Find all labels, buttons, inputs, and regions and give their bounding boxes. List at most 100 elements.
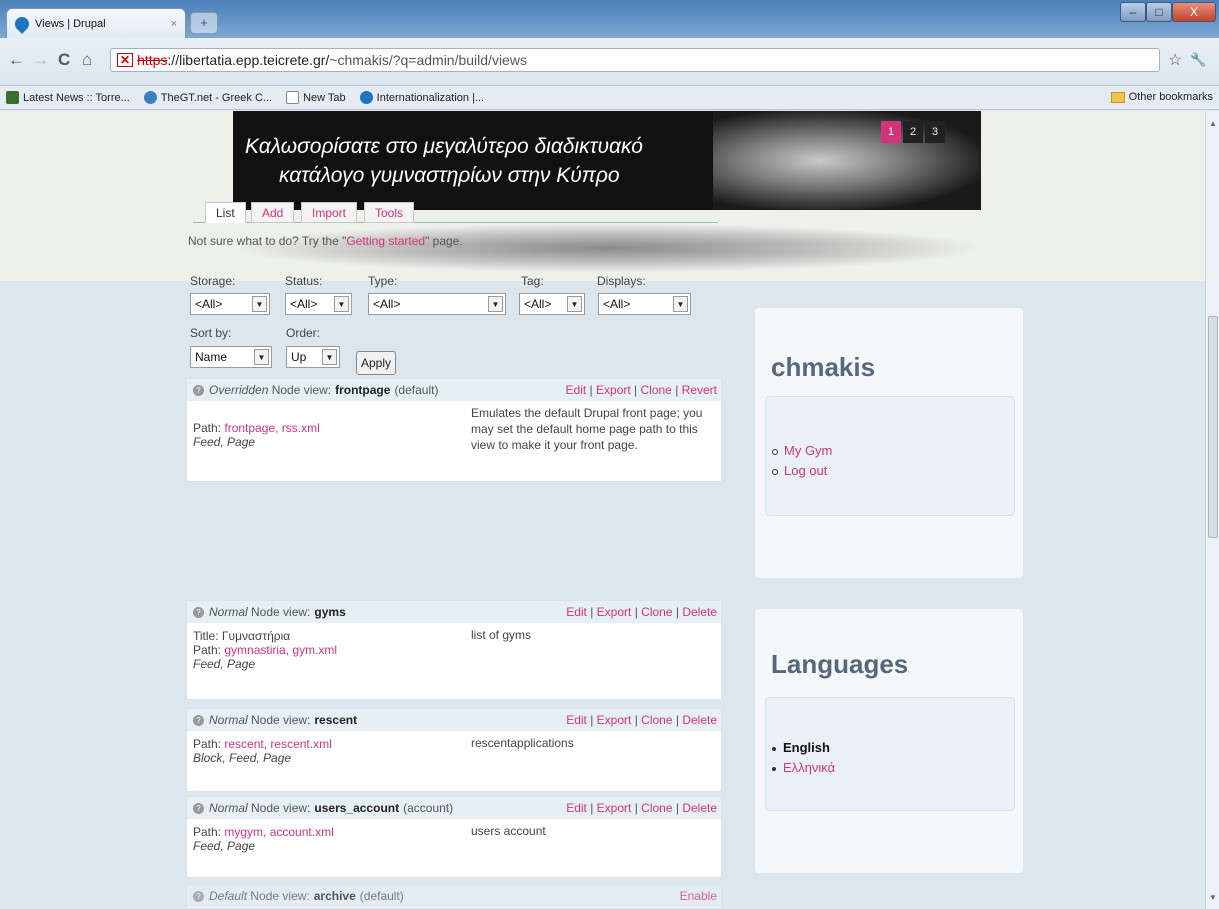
greek-link[interactable]: Ελληνικά: [783, 760, 835, 775]
browser-tab-strip: Views | Drupal × + – □ X: [0, 0, 1219, 38]
view-name: archive: [313, 889, 356, 903]
menu-item-log-out[interactable]: Log out: [772, 461, 832, 481]
wrench-icon[interactable]: 🔧: [1190, 52, 1206, 68]
status-select[interactable]: <All> ▼: [285, 293, 352, 315]
export-link[interactable]: Export: [597, 801, 632, 815]
storage-select[interactable]: <All> ▼: [190, 293, 270, 315]
delete-link[interactable]: Delete: [682, 801, 717, 815]
english-link[interactable]: English: [783, 740, 830, 755]
delete-link[interactable]: Delete: [682, 713, 717, 727]
order-select[interactable]: Up ▼: [286, 346, 340, 368]
export-link[interactable]: Export: [596, 383, 631, 397]
view-paths[interactable]: rescent, rescent.xml: [224, 737, 331, 751]
back-arrow-icon[interactable]: ←: [8, 50, 25, 70]
status-value: <All>: [290, 297, 318, 311]
tag-value: <All>: [524, 297, 552, 311]
bookmark-item[interactable]: TheGT.net - Greek C...: [143, 91, 273, 104]
forward-arrow-icon[interactable]: →: [32, 50, 49, 70]
edit-link[interactable]: Edit: [566, 713, 587, 727]
view-paths[interactable]: gymnastiria, gym.xml: [224, 643, 337, 657]
view-status: Overridden: [209, 383, 269, 397]
reload-icon[interactable]: C: [58, 50, 70, 70]
view-body: Path: frontpage, rss.xml Feed, Page Emul…: [187, 401, 721, 455]
bookmark-item[interactable]: Internationalization |...: [359, 91, 484, 104]
edit-link[interactable]: Edit: [566, 605, 587, 619]
chevron-down-icon: ▼: [488, 296, 503, 312]
enable-link[interactable]: Enable: [680, 889, 717, 903]
views-tabs: List Add Import Tools: [193, 201, 718, 223]
menu-item-my-gym[interactable]: My Gym: [772, 441, 832, 461]
scroll-down-icon[interactable]: ▼: [1209, 893, 1217, 902]
help-hint: Not sure what to do? Try the "Getting st…: [188, 234, 463, 248]
storage-label: Storage:: [190, 274, 236, 288]
clone-link[interactable]: Clone: [641, 605, 672, 619]
tag-select[interactable]: <All> ▼: [519, 293, 585, 315]
view-tag: (account): [403, 801, 454, 815]
view-body: Path: rescent, rescent.xml Block, Feed, …: [187, 731, 721, 771]
help-icon: ?: [193, 890, 204, 902]
displays-select[interactable]: <All> ▼: [598, 293, 691, 315]
export-link[interactable]: Export: [597, 605, 632, 619]
bullet-icon: [772, 448, 778, 455]
revert-link[interactable]: Revert: [682, 383, 717, 397]
apply-button[interactable]: Apply: [356, 351, 396, 375]
window-close-button[interactable]: X: [1172, 2, 1216, 22]
bookmark-favicon: [6, 91, 19, 104]
view-kind: Node view:: [251, 713, 311, 727]
language-item-greek[interactable]: Ελληνικά: [772, 758, 835, 778]
scrollbar-thumb[interactable]: [1208, 316, 1218, 538]
vertical-scrollbar[interactable]: ▲ ▼: [1205, 111, 1219, 909]
clone-link[interactable]: Clone: [641, 713, 672, 727]
view-status: Normal: [209, 605, 248, 619]
banner-line-2: κατάλογο γυμναστηρίων στην Κύπρο: [279, 164, 620, 187]
view-paths[interactable]: mygym, account.xml: [224, 825, 333, 839]
maximize-button[interactable]: □: [1146, 2, 1172, 22]
view-row: ? Normal Node view: users_account (accou…: [186, 796, 722, 878]
banner-pager-3[interactable]: 3: [925, 121, 945, 143]
bookmark-item[interactable]: New Tab: [286, 91, 346, 104]
clone-link[interactable]: Clone: [641, 801, 672, 815]
banner-pager-1[interactable]: 1: [881, 121, 901, 143]
delete-link[interactable]: Delete: [682, 605, 717, 619]
my-gym-link[interactable]: My Gym: [784, 443, 832, 458]
log-out-link[interactable]: Log out: [784, 463, 827, 478]
bookmark-star-icon[interactable]: ☆: [1168, 50, 1182, 70]
view-description: users account: [471, 824, 546, 838]
getting-started-link[interactable]: Getting started: [346, 234, 425, 248]
tab-list[interactable]: List: [205, 202, 246, 223]
sort-by-value: Name: [195, 350, 228, 364]
view-name: users_account: [314, 801, 400, 815]
view-tag: (default): [359, 889, 404, 903]
clone-link[interactable]: Clone: [641, 383, 672, 397]
close-tab-icon[interactable]: ×: [171, 18, 177, 30]
new-tab-button[interactable]: +: [190, 12, 218, 34]
bookmark-label: TheGT.net - Greek C...: [160, 91, 273, 104]
tab-tools[interactable]: Tools: [364, 202, 415, 223]
language-item-english[interactable]: English: [772, 738, 835, 758]
view-paths[interactable]: frontpage, rss.xml: [224, 421, 319, 435]
tab-add[interactable]: Add: [251, 202, 295, 223]
bookmark-label: New Tab: [303, 91, 346, 104]
insecure-lock-icon: ✕: [117, 53, 134, 67]
view-body: Title: Γυμναστήρια Path: gymnastiria, gy…: [187, 623, 721, 677]
chevron-down-icon: ▼: [254, 349, 269, 365]
view-kind: Node view:: [251, 605, 311, 619]
bookmark-item[interactable]: Latest News :: Torre...: [6, 91, 130, 104]
chevron-down-icon: ▼: [252, 296, 267, 312]
view-status: Default: [209, 889, 248, 903]
sort-by-select[interactable]: Name ▼: [190, 346, 272, 368]
edit-link[interactable]: Edit: [566, 383, 587, 397]
tab-import[interactable]: Import: [301, 202, 358, 223]
scroll-up-icon[interactable]: ▲: [1209, 119, 1217, 128]
home-icon[interactable]: ⌂: [82, 50, 92, 70]
browser-tab[interactable]: Views | Drupal ×: [6, 8, 186, 38]
view-header: ? Normal Node view: gyms Edit | Export |…: [187, 601, 721, 623]
edit-link[interactable]: Edit: [566, 801, 587, 815]
banner-pager-2[interactable]: 2: [903, 121, 923, 143]
other-bookmarks[interactable]: Other bookmarks: [1110, 91, 1213, 103]
minimize-button[interactable]: –: [1120, 2, 1146, 22]
languages-block-title: Languages: [771, 649, 909, 679]
type-select[interactable]: <All> ▼: [368, 293, 506, 315]
address-bar[interactable]: ✕ https ://libertatia.epp.teicrete.gr/ ~…: [110, 48, 1160, 72]
export-link[interactable]: Export: [597, 713, 632, 727]
